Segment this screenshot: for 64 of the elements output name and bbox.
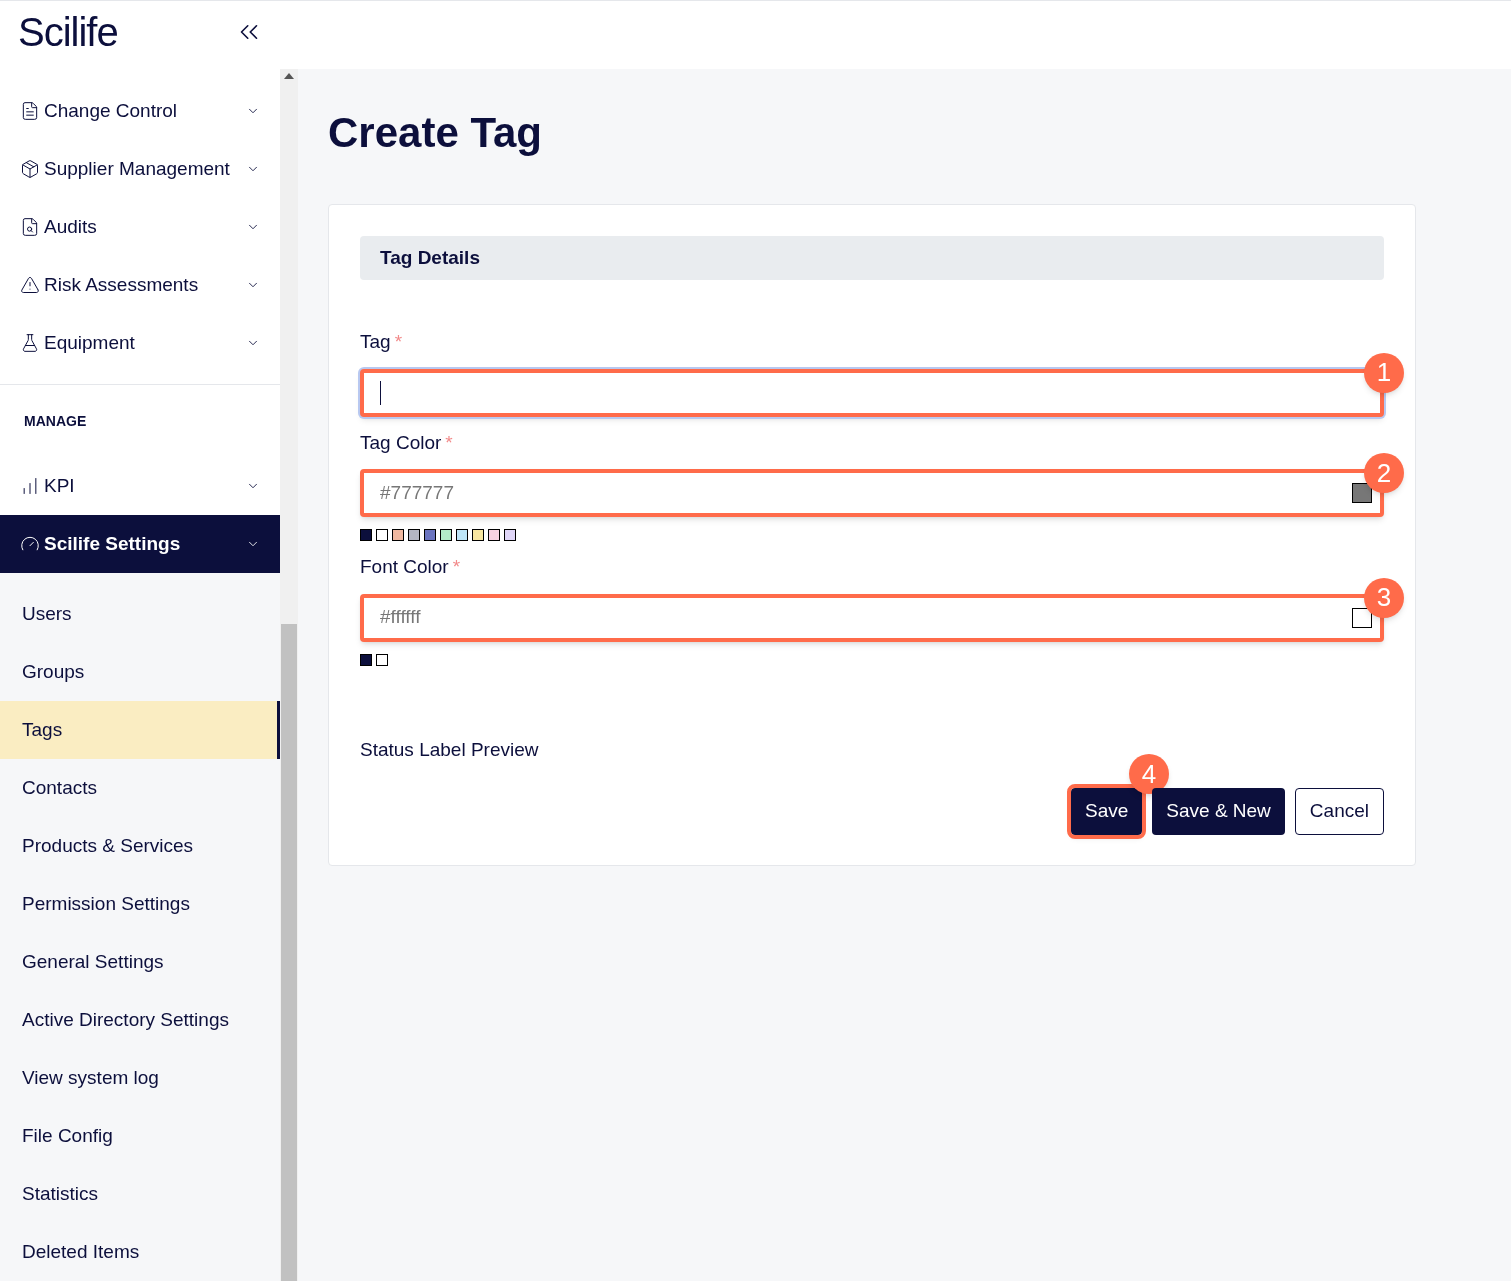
scrollbar[interactable] bbox=[280, 69, 298, 1281]
color-swatch[interactable] bbox=[408, 529, 420, 541]
logo[interactable]: Scilife bbox=[18, 1, 118, 62]
submenu-item[interactable]: File Config bbox=[0, 1107, 280, 1165]
placeholder-text: #777777 bbox=[380, 480, 455, 505]
sidebar-menu-item[interactable]: Supplier Management bbox=[0, 140, 280, 198]
color-swatch[interactable] bbox=[440, 529, 452, 541]
placeholder-text: #ffffff bbox=[380, 605, 422, 630]
flask-icon bbox=[20, 333, 40, 353]
package-icon bbox=[20, 159, 40, 179]
color-swatch[interactable] bbox=[392, 529, 404, 541]
section-title: Tag Details bbox=[380, 245, 480, 270]
sidebar-menu-item[interactable]: KPI bbox=[0, 457, 280, 515]
submenu-item[interactable]: Products & Services bbox=[0, 817, 280, 875]
color-swatch[interactable] bbox=[376, 653, 388, 666]
required-asterisk: * bbox=[394, 331, 403, 352]
document-icon bbox=[20, 101, 40, 121]
menu-item-label: Risk Assessments bbox=[44, 272, 199, 297]
color-swatch[interactable] bbox=[472, 529, 484, 541]
submenu-item[interactable]: Groups bbox=[0, 643, 280, 701]
submenu-item[interactable]: Users bbox=[0, 585, 280, 643]
color-swatch[interactable] bbox=[360, 653, 372, 666]
submenu-item[interactable]: Permission Settings bbox=[0, 875, 280, 933]
menu-item-label: Equipment bbox=[44, 330, 135, 355]
field-label: Tag bbox=[360, 331, 391, 352]
step-number-badge: 3 bbox=[1364, 577, 1404, 618]
submenu-item[interactable]: Deleted Items bbox=[0, 1223, 280, 1281]
sidebar-menu-item[interactable]: Audits bbox=[0, 198, 280, 256]
sidebar-menu-item[interactable]: Risk Assessments bbox=[0, 256, 280, 314]
sidebar-menu-item[interactable]: Change Control bbox=[0, 82, 280, 140]
submenu-item[interactable]: Active Directory Settings bbox=[0, 991, 280, 1049]
warning-icon bbox=[20, 275, 40, 295]
step-number-badge: 1 bbox=[1364, 352, 1404, 393]
submenu-item[interactable]: Statistics bbox=[0, 1165, 280, 1223]
document-search-icon bbox=[20, 217, 40, 237]
required-asterisk: * bbox=[445, 431, 453, 453]
step-number-badge: 4 bbox=[1129, 754, 1169, 794]
menu-item-label: Change Control bbox=[44, 98, 178, 123]
primary-button[interactable]: Save & New bbox=[1152, 788, 1285, 835]
color-swatch[interactable] bbox=[504, 529, 516, 541]
menu-item-label: Scilife Settings bbox=[44, 531, 181, 556]
color-swatch[interactable] bbox=[488, 529, 500, 541]
menu-item-label: Supplier Management bbox=[44, 156, 230, 181]
submenu-item[interactable]: View system log bbox=[0, 1049, 280, 1107]
page-title: Create Tag bbox=[328, 108, 543, 158]
step-number-badge: 2 bbox=[1364, 453, 1404, 493]
section-heading: MANAGE bbox=[24, 413, 87, 429]
field-label: Font Color bbox=[360, 556, 449, 577]
text-cursor bbox=[380, 380, 381, 405]
color-swatch[interactable] bbox=[360, 529, 372, 541]
secondary-button[interactable]: Cancel bbox=[1294, 788, 1384, 835]
submenu-item[interactable]: Contacts bbox=[0, 759, 280, 817]
submenu-item[interactable]: Tags bbox=[0, 701, 280, 759]
sidebar-menu-item[interactable]: Equipment bbox=[0, 314, 280, 372]
field-label: Tag Color bbox=[360, 431, 442, 453]
color-swatch[interactable] bbox=[376, 529, 388, 541]
submenu-item[interactable]: General Settings bbox=[0, 933, 280, 991]
color-swatch[interactable] bbox=[456, 529, 468, 541]
menu-item-label: Audits bbox=[44, 214, 97, 239]
color-swatch[interactable] bbox=[424, 529, 436, 541]
preview-label: Status Label Preview bbox=[360, 738, 539, 760]
menu-item-label: KPI bbox=[44, 473, 75, 498]
required-asterisk: * bbox=[452, 556, 461, 577]
sidebar-menu-item[interactable]: Scilife Settings bbox=[0, 515, 280, 573]
